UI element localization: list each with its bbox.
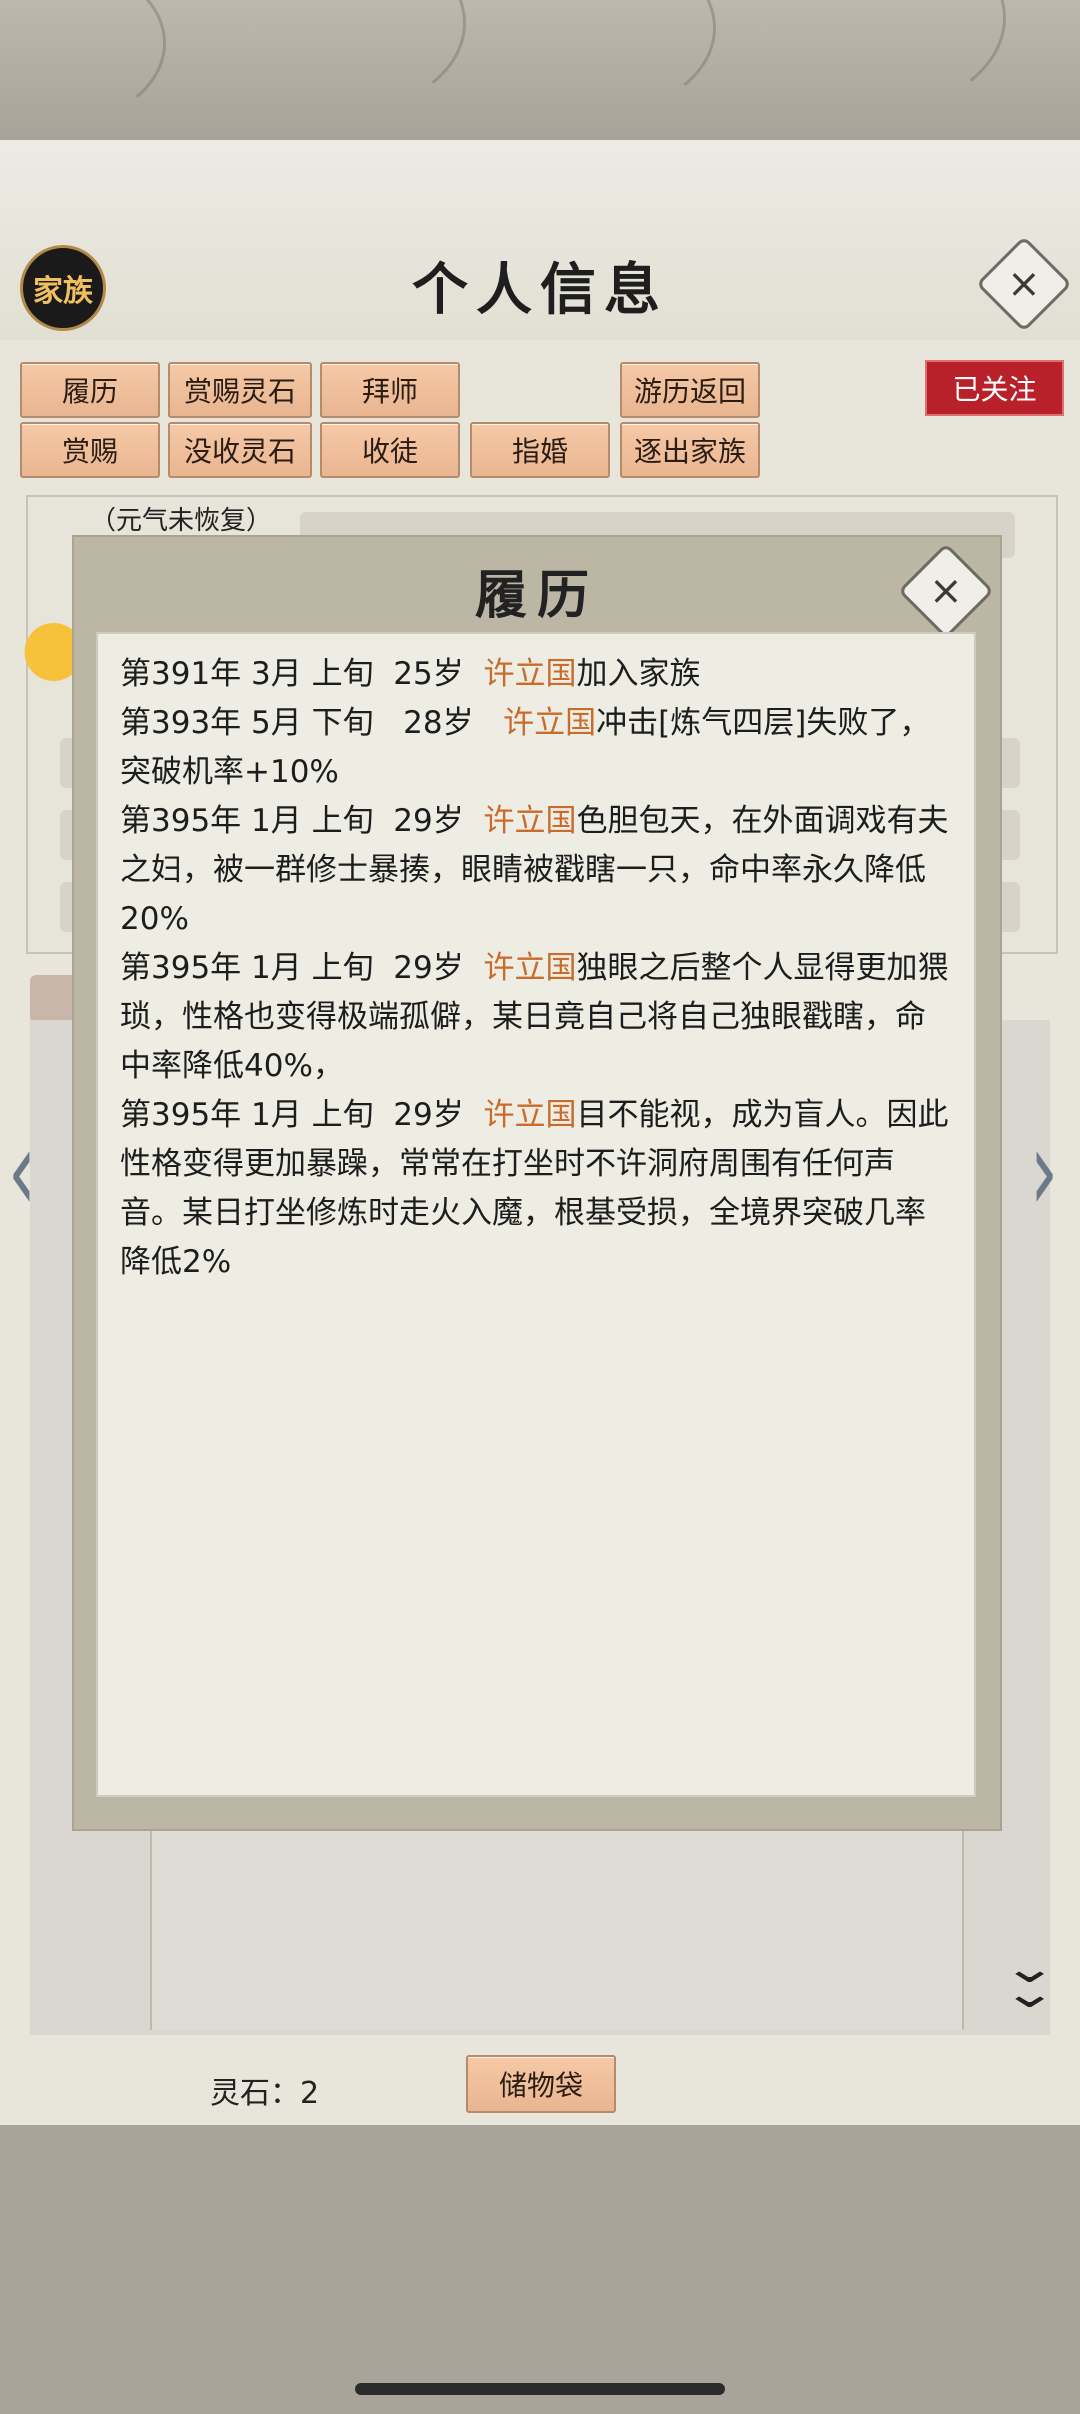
- confiscate-stones-button[interactable]: 没收灵石: [168, 422, 312, 478]
- history-button[interactable]: 履历: [20, 362, 160, 418]
- expel-button[interactable]: 逐出家族: [620, 422, 760, 478]
- close-icon: ×: [1007, 260, 1041, 307]
- entry-name: 许立国: [483, 656, 577, 692]
- next-arrow-icon[interactable]: ›: [1030, 1105, 1058, 1236]
- entry-name: 许立国: [483, 950, 577, 986]
- entry-name: 许立国: [503, 705, 597, 741]
- take-disciple-button[interactable]: 收徒: [320, 422, 460, 478]
- vitality-status: （元气未恢复）: [90, 506, 273, 536]
- reward-button[interactable]: 赏赐: [20, 422, 160, 478]
- bottom-area: [0, 2125, 1080, 2414]
- reward-stones-button[interactable]: 赏赐灵石: [168, 362, 312, 418]
- entry-name: 许立国: [483, 803, 577, 839]
- home-indicator[interactable]: [355, 2383, 725, 2395]
- entry-date: 第395年 1月 上旬 29岁: [120, 803, 484, 839]
- history-modal: 履历 × 第391年 3月 上旬 25岁 许立国加入家族 第393年 5月 下旬…: [72, 535, 1002, 1831]
- follow-button[interactable]: 已关注: [925, 360, 1064, 416]
- history-log: 第391年 3月 上旬 25岁 许立国加入家族 第393年 5月 下旬 28岁 …: [96, 632, 976, 1797]
- history-entry: 第391年 3月 上旬 25岁 许立国加入家族: [120, 650, 952, 699]
- history-entry: 第395年 1月 上旬 29岁 许立国目不能视，成为盲人。因此性格变得更加暴躁，…: [120, 1091, 952, 1287]
- page-title: 个人信息: [412, 257, 668, 323]
- apprentice-button[interactable]: 拜师: [320, 362, 460, 418]
- entry-date: 第395年 1月 上旬 29岁: [120, 950, 484, 986]
- history-entry: 第395年 1月 上旬 29岁 许立国色胆包天，在外面调戏有夫之妇，被一群修士暴…: [120, 797, 952, 944]
- entry-date: 第393年 5月 下旬 28岁: [120, 705, 504, 741]
- modal-title: 履历: [474, 565, 599, 626]
- entry-text: 加入家族: [576, 656, 701, 692]
- arrange-marriage-button[interactable]: 指婚: [470, 422, 610, 478]
- top-decoration: [0, 0, 1080, 150]
- history-entry: 第393年 5月 下旬 28岁 许立国冲击[炼气四层]失败了，突破机率+10%: [120, 699, 952, 797]
- entry-name: 许立国: [483, 1097, 577, 1133]
- spirit-stone-count: 灵石：2: [210, 2076, 320, 2111]
- entry-date: 第391年 3月 上旬 25岁: [120, 656, 484, 692]
- history-entry: 第395年 1月 上旬 29岁 许立国独眼之后整个人显得更加猥琐，性格也变得极端…: [120, 944, 952, 1091]
- rank-star-icon: [20, 612, 76, 692]
- close-icon: ×: [929, 567, 963, 614]
- travel-return-button[interactable]: 游历返回: [620, 362, 760, 418]
- prev-arrow-icon[interactable]: ‹: [8, 1105, 36, 1236]
- storage-bag-button[interactable]: 储物袋: [466, 2055, 616, 2113]
- expand-down-icon[interactable]: ⌄ ⌄: [1001, 1946, 1057, 2014]
- entry-date: 第395年 1月 上旬 29岁: [120, 1097, 484, 1133]
